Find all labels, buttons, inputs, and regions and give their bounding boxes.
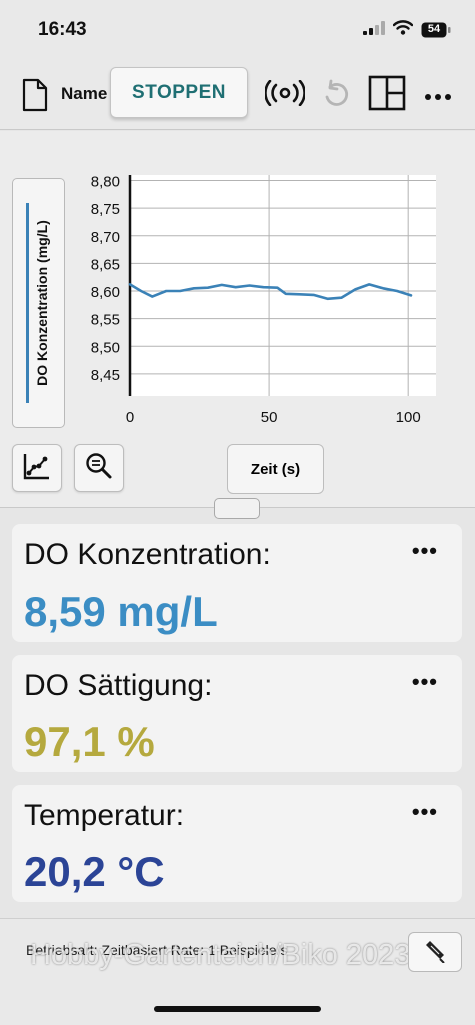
x-axis-selector[interactable]: Zeit (s) <box>227 444 324 494</box>
battery-icon: 54 <box>421 22 451 38</box>
y-tick-label: 8,45 <box>91 367 120 384</box>
meter-label: DO Sättigung: <box>24 669 213 702</box>
zoom-button[interactable] <box>74 444 124 492</box>
sensor-button[interactable] <box>408 932 462 972</box>
layout-icon[interactable] <box>368 75 406 116</box>
x-tick-label: 100 <box>396 409 421 426</box>
undo-icon[interactable] <box>322 79 350 114</box>
more-icon[interactable] <box>424 88 452 106</box>
meter-card-temperature[interactable]: Temperatur: 20,2 °C ••• <box>12 785 462 902</box>
x-tick-label: 50 <box>261 409 278 426</box>
y-tick-label: 8,60 <box>91 284 120 301</box>
meter-menu-button[interactable]: ••• <box>412 669 438 695</box>
graph-tools-button[interactable] <box>12 444 62 492</box>
y-tick-label: 8,70 <box>91 229 120 246</box>
graph-tools-icon <box>22 451 52 486</box>
y-axis-label: DO Konzentration (mg/L) <box>34 220 50 386</box>
signal-icon <box>363 20 385 40</box>
sensor-connect-icon[interactable] <box>264 79 306 111</box>
y-tick-label: 8,75 <box>91 201 120 218</box>
meter-value: 97,1 % <box>24 718 155 765</box>
meter-value: 20,2 °C <box>24 848 165 895</box>
y-tick-label: 8,55 <box>91 312 120 329</box>
x-tick-label: 0 <box>126 409 134 426</box>
status-time: 16:43 <box>38 19 87 40</box>
status-icons: 54 <box>363 20 451 40</box>
sensor-probe-icon <box>422 937 448 968</box>
y-tick-label: 8,80 <box>91 174 120 191</box>
toolbar: Name STOPPEN <box>0 58 475 130</box>
y-axis-selector[interactable]: DO Konzentration (mg/L) <box>12 178 65 428</box>
footer: Betriebsart: Zeitbasiert Rate: 1 Beispie… <box>0 918 475 1025</box>
meter-label: DO Konzentration: <box>24 538 271 571</box>
graph-panel: DO Konzentration (mg/L) 8,80 8,75 8,70 8,65… <box>0 131 475 508</box>
stop-button[interactable]: STOPPEN <box>110 67 248 118</box>
home-indicator <box>154 1006 321 1012</box>
meter-label: Temperatur: <box>24 799 185 832</box>
do-concentration-chart[interactable]: 8,80 8,75 8,70 8,65 8,60 8,55 8,50 8,45 0 50 100 <box>70 161 450 431</box>
status-bar: 16:43 54 <box>0 0 475 58</box>
file-name-label[interactable]: Name <box>61 84 107 104</box>
series-color-line <box>26 203 29 403</box>
meter-card-do-saturation[interactable]: DO Sättigung: 97,1 % ••• <box>12 655 462 772</box>
document-icon[interactable] <box>22 78 48 117</box>
meter-menu-button[interactable]: ••• <box>412 538 438 564</box>
battery-level: 54 <box>427 23 441 35</box>
y-tick-label: 8,65 <box>91 256 120 273</box>
wifi-icon <box>392 20 414 40</box>
panel-resize-handle[interactable] <box>214 498 260 519</box>
meter-card-do-concentration[interactable]: DO Konzentration: 8,59 mg/L ••• <box>12 524 462 642</box>
meter-value: 8,59 mg/L <box>24 588 218 635</box>
meter-menu-button[interactable]: ••• <box>412 799 438 825</box>
zoom-icon <box>84 451 114 486</box>
y-tick-label: 8,50 <box>91 339 120 356</box>
watermark: Hobby-Gartenteich/Biko 2023 <box>30 939 411 971</box>
